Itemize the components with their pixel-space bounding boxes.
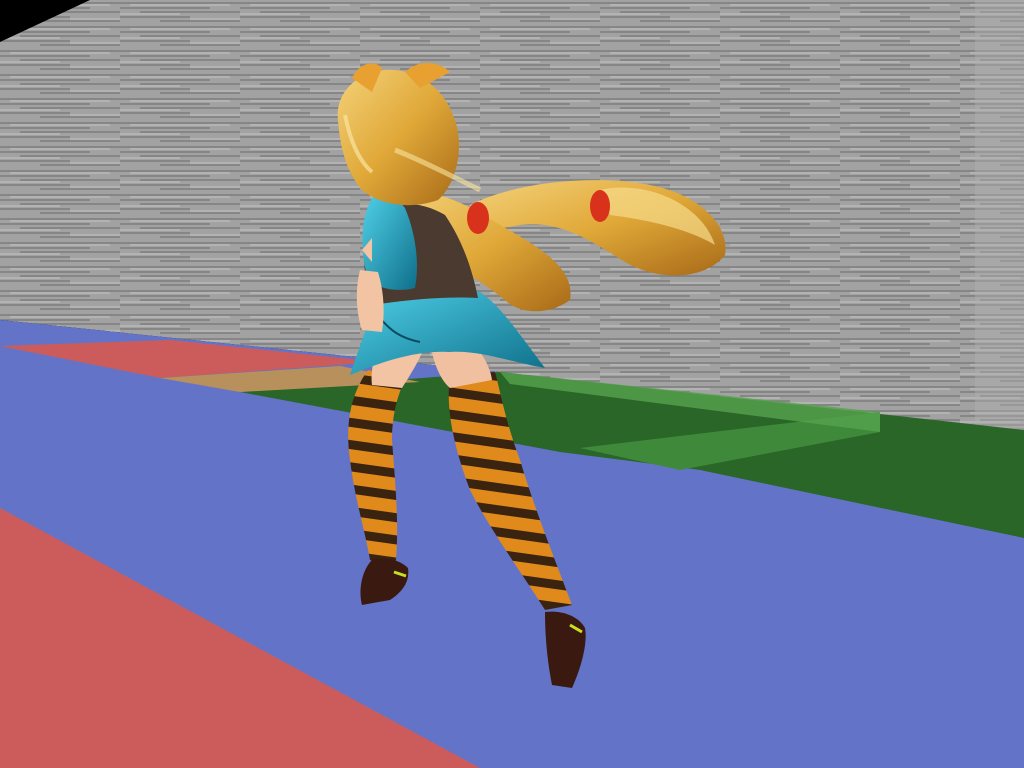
hair-tie-left: [467, 202, 489, 234]
game-scene: [0, 0, 1024, 768]
game-viewport[interactable]: [0, 0, 1024, 768]
hair-tie-right: [590, 190, 610, 222]
wall-edge-highlight: [975, 0, 1024, 438]
arm-left: [356, 270, 384, 332]
